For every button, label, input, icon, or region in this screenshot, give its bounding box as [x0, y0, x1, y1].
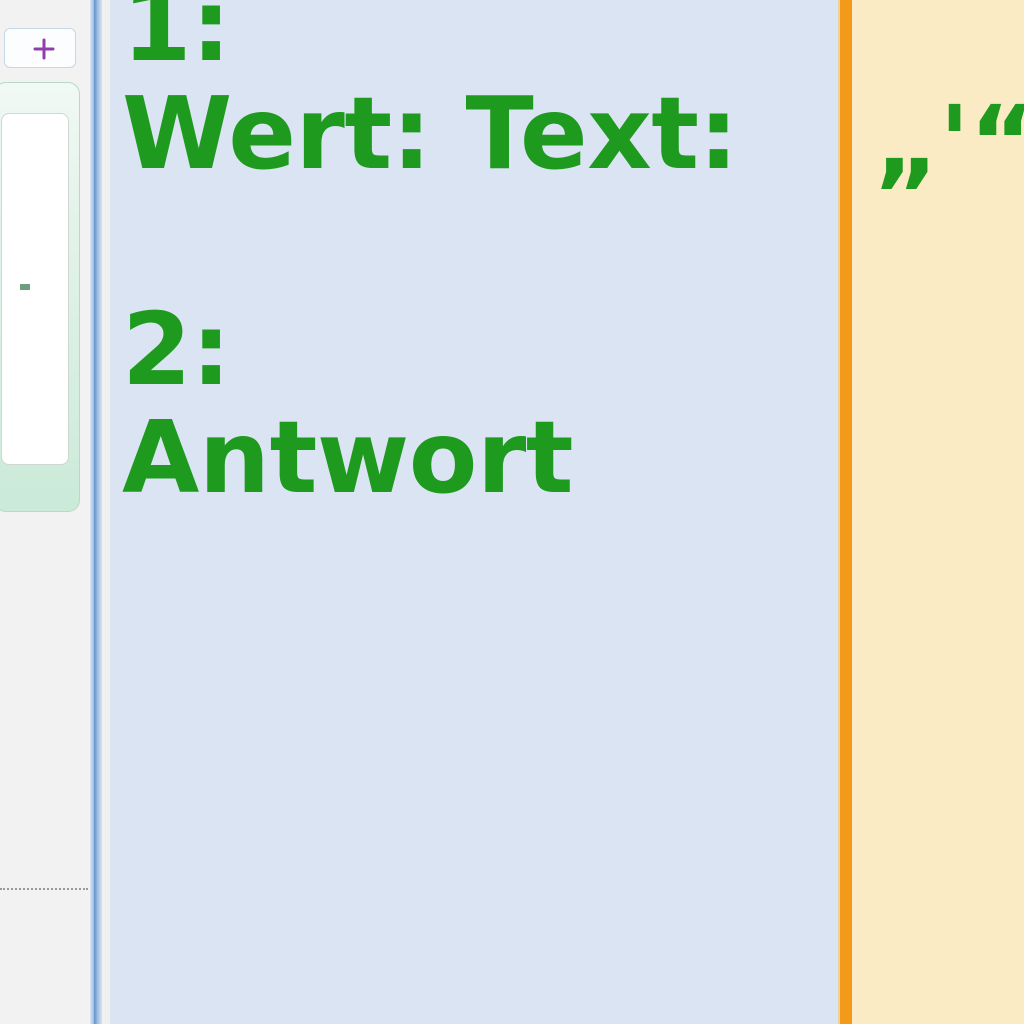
code-line-3: 2: — [122, 291, 231, 408]
add-slide-button[interactable] — [4, 28, 76, 68]
slide-frame: 1: Wert: Text: 2: Antwort — [94, 0, 838, 1024]
code-line-4: Antwort — [122, 399, 573, 516]
slide-code: 1: Wert: Text: 2: Antwort — [122, 0, 814, 512]
slide-body[interactable]: 1: Wert: Text: 2: Antwort — [110, 0, 838, 1024]
app-root: 1: Wert: Text: 2: Antwort „'“ — [0, 0, 1024, 1024]
strip-divider — [0, 888, 88, 890]
slide-thumbnail-strip — [0, 0, 94, 1024]
code-line-2: Wert: Text: — [122, 75, 738, 192]
tip-accent-bar — [838, 0, 852, 1024]
code-line-1: 1: — [122, 0, 231, 84]
tip-panel: „'“ — [838, 0, 1024, 1024]
tip-quotes: „'“ — [874, 90, 1024, 195]
plus-icon — [33, 38, 55, 60]
slide-thumbnail[interactable] — [0, 82, 80, 512]
slide-thumbnail-preview — [1, 113, 69, 465]
